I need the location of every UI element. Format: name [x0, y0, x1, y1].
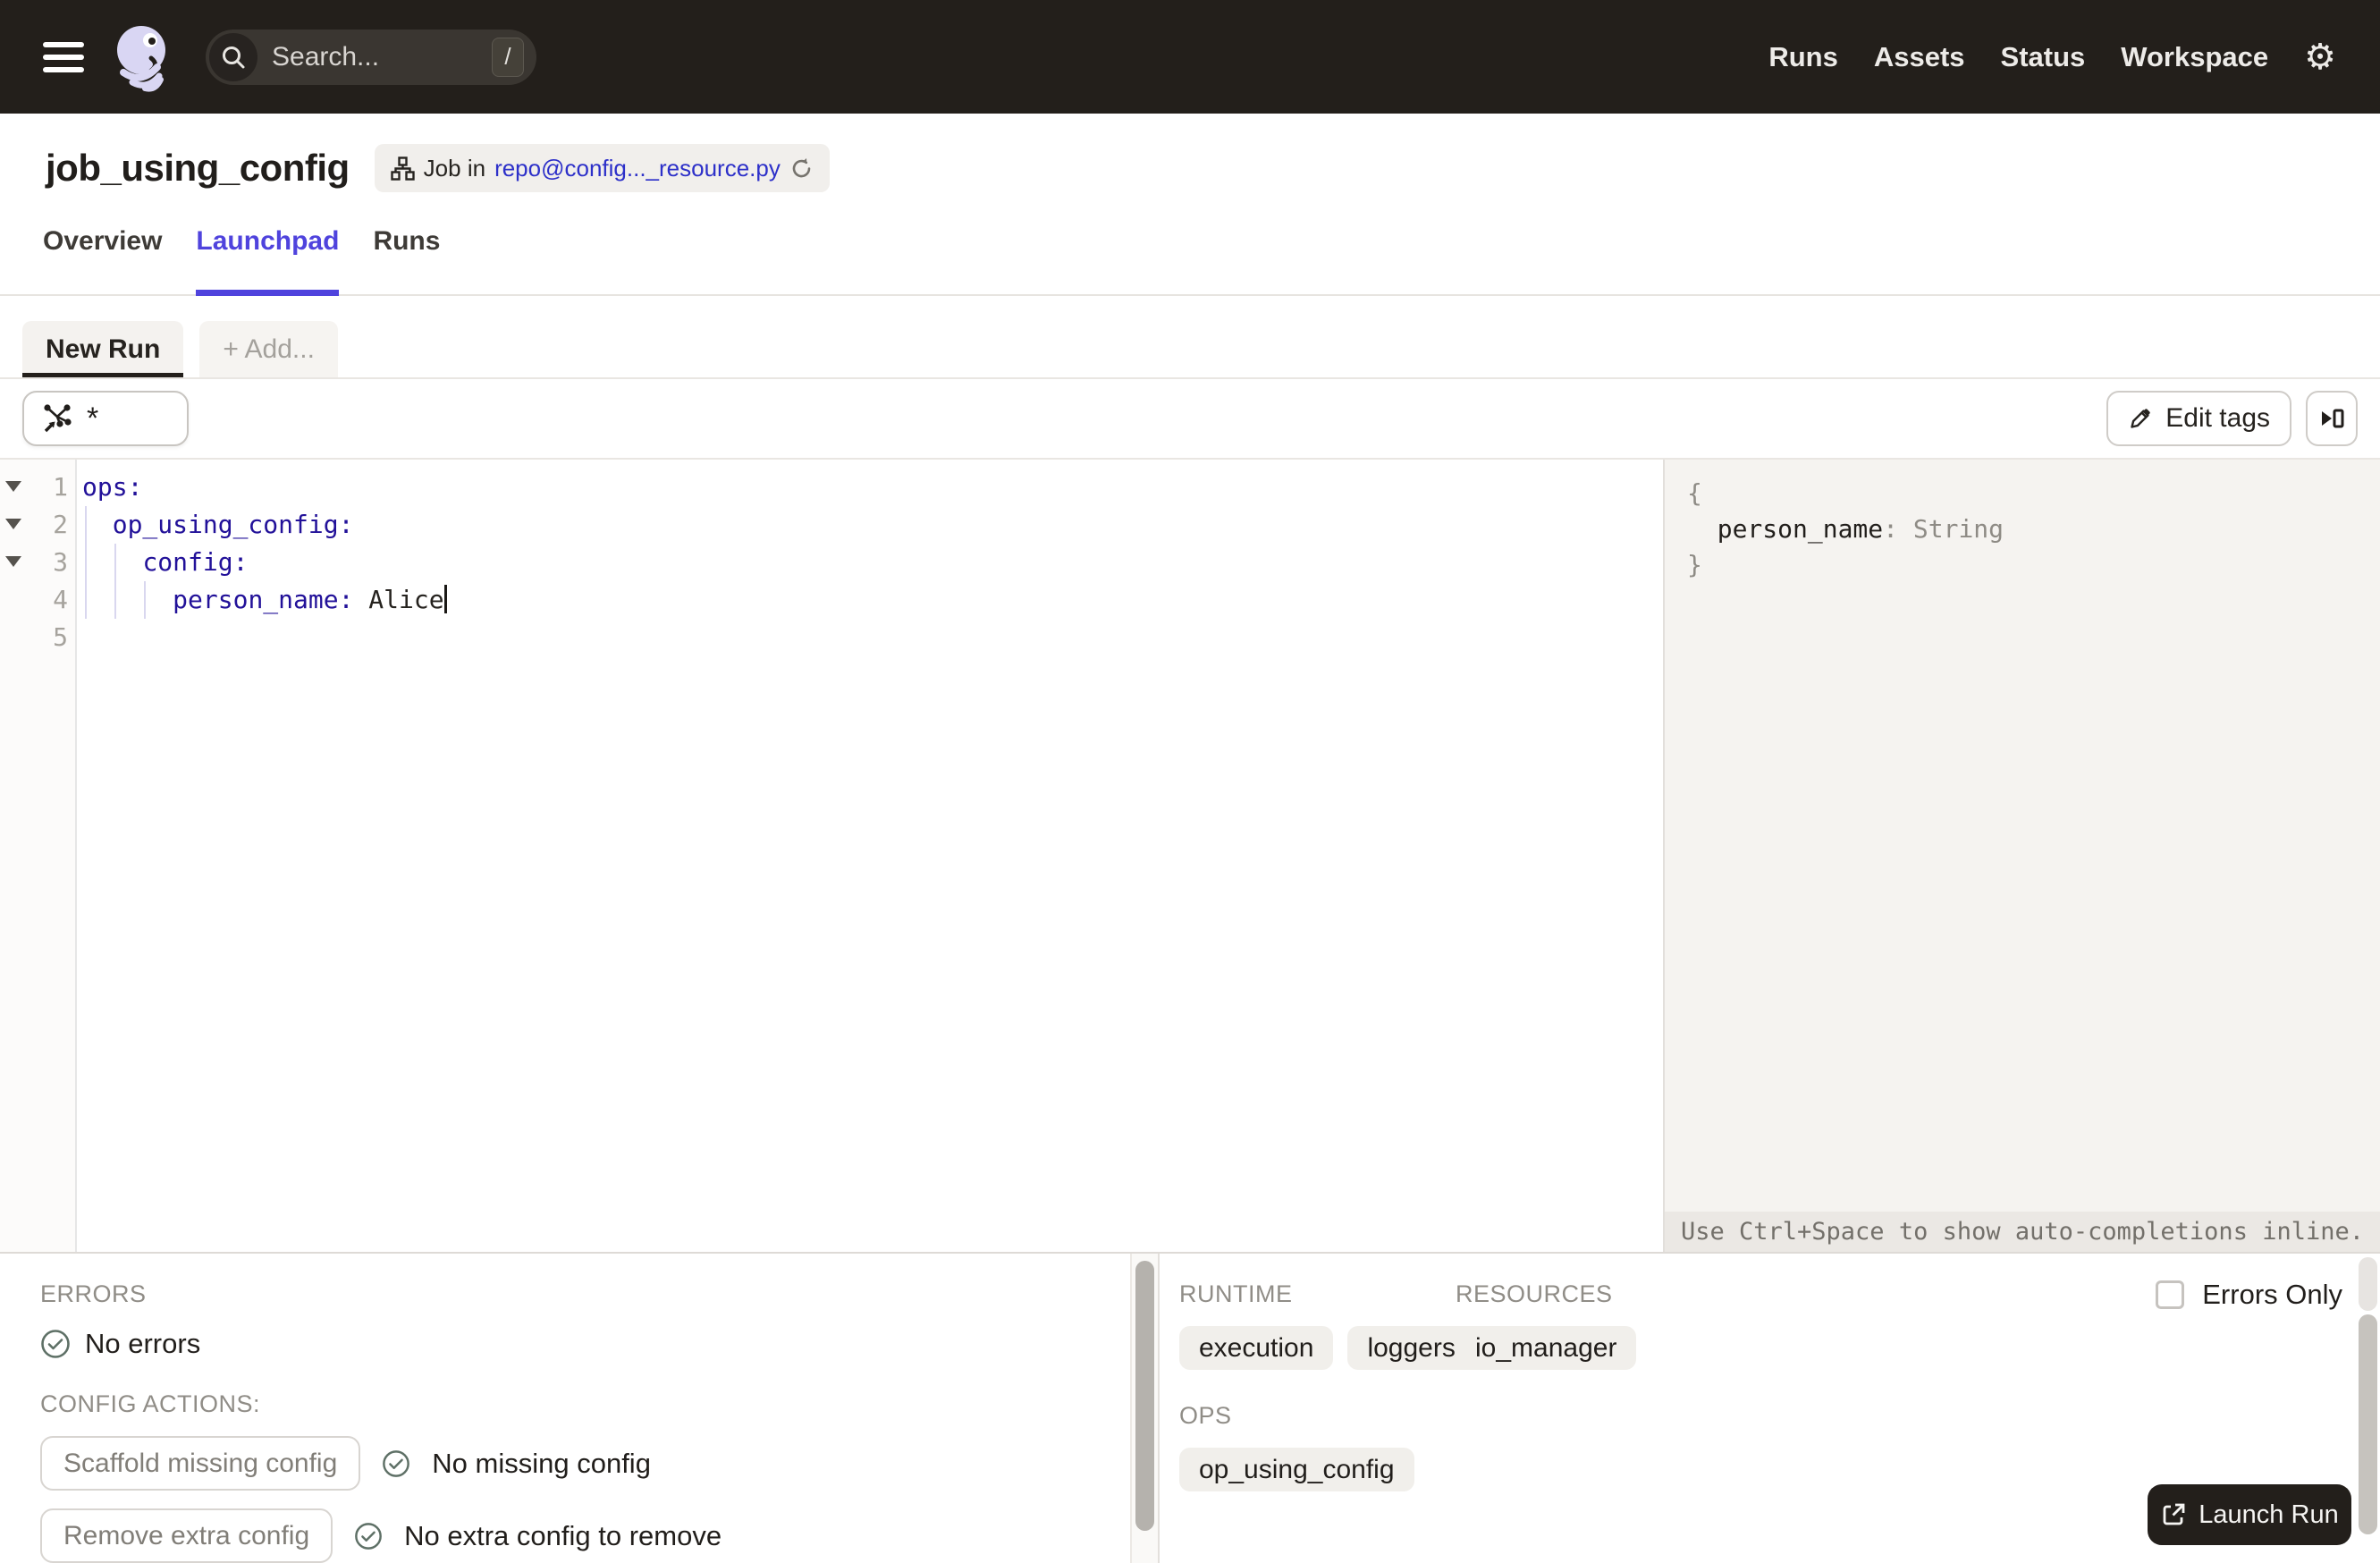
search-shortcut-key: /	[492, 37, 524, 77]
fold-arrow-icon[interactable]	[5, 481, 21, 492]
launchpad-toolbar: * Edit tags	[0, 379, 2380, 460]
launch-icon	[2160, 1501, 2187, 1528]
line-number: 2	[53, 510, 68, 539]
errors-only-checkbox[interactable]	[2156, 1280, 2185, 1309]
action-row: Remove extra config No extra config to r…	[40, 1508, 1130, 1563]
schema-brace: {	[1687, 478, 1702, 508]
resources-column: RESOURCES io_manager	[1456, 1280, 1637, 1563]
line-number: 5	[53, 622, 68, 652]
dagster-logo[interactable]	[109, 22, 177, 92]
errors-label: ERRORS	[40, 1280, 147, 1307]
tab-add-config[interactable]: + Add...	[199, 321, 338, 377]
action-row: Scaffold missing config No missing confi…	[40, 1436, 1130, 1491]
code-line: person_name: Alice	[82, 581, 1663, 619]
schema-entry: person_name: String	[1717, 514, 2004, 544]
launch-run-button[interactable]: Launch Run	[2148, 1484, 2351, 1545]
fold-arrow-icon[interactable]	[5, 556, 21, 567]
config-editor[interactable]: 1 2 3 4 5 ops: op_using_config: config: …	[0, 460, 1663, 1252]
page-header: job_using_config Job in repo@config..._r…	[46, 140, 2380, 196]
tag-io-manager[interactable]: io_manager	[1456, 1326, 1637, 1370]
action-status-text: No missing config	[432, 1447, 651, 1479]
code-line: ops:	[82, 472, 143, 502]
text-cursor	[443, 585, 447, 613]
scrollbar-thumb[interactable]	[2359, 1314, 2377, 1534]
check-circle-icon	[382, 1449, 410, 1478]
runtime-ops-column: RUNTIME execution loggers OPS op_using_c…	[1179, 1280, 1475, 1563]
job-badge-prefix: Job in	[423, 154, 486, 182]
nav-link-runs[interactable]: Runs	[1768, 41, 1838, 73]
scrollbar-segment	[2359, 1257, 2377, 1311]
expand-panel-icon	[2317, 403, 2347, 434]
op-selector-input[interactable]: *	[22, 391, 189, 446]
bottom-panel: ERRORS No errors CONFIG ACTIONS: Scaffol…	[0, 1252, 2380, 1563]
launchpad-main: 1 2 3 4 5 ops: op_using_config: config: …	[0, 460, 2380, 1252]
autocomplete-hint: Use Ctrl+Space to show auto-completions …	[1665, 1212, 2380, 1252]
nav-links: Runs Assets Status Workspace ⚙	[1768, 39, 2336, 75]
tab-launchpad[interactable]: Launchpad	[196, 226, 340, 296]
job-origin-badge: Job in repo@config..._resource.py	[374, 144, 830, 192]
code-line: config:	[142, 547, 249, 577]
line-number: 4	[53, 585, 68, 614]
toggle-panel-button[interactable]	[2306, 391, 2358, 446]
line-number: 1	[53, 472, 68, 502]
config-schema-panel: { person_name: String } Use Ctrl+Space t…	[1663, 460, 2380, 1252]
job-icon	[390, 156, 415, 181]
launchpad-tab-strip: New Run + Add...	[0, 321, 2380, 379]
action-status-text: No extra config to remove	[404, 1519, 722, 1551]
errors-only-toggle[interactable]: Errors Only	[2156, 1279, 2342, 1311]
resources-tags: io_manager	[1456, 1326, 1637, 1370]
code-line: op_using_config:	[112, 510, 354, 539]
top-nav: Search... / Runs Assets Status Workspace…	[0, 0, 2380, 114]
scrollbar-thumb[interactable]	[1135, 1261, 1154, 1531]
ops-tags: op_using_config	[1179, 1448, 1456, 1491]
right-edge-scrollbar	[2359, 1257, 2377, 1559]
errors-panel: ERRORS No errors CONFIG ACTIONS: Scaffol…	[0, 1254, 1130, 1563]
panel-scrollbar	[1130, 1254, 1160, 1563]
errors-status-row: No errors	[40, 1328, 1130, 1360]
tab-runs[interactable]: Runs	[373, 226, 440, 294]
scaffold-missing-config-button[interactable]: Scaffold missing config	[40, 1436, 361, 1491]
line-number: 3	[53, 547, 68, 577]
runtime-label: RUNTIME	[1179, 1280, 1293, 1307]
hamburger-menu-icon[interactable]	[43, 41, 84, 72]
gear-icon[interactable]: ⚙	[2304, 39, 2336, 75]
check-circle-icon	[40, 1329, 71, 1359]
tab-new-run[interactable]: New Run	[22, 321, 184, 377]
pencil-icon	[2128, 406, 2153, 431]
reload-icon[interactable]	[789, 156, 814, 181]
nav-link-assets[interactable]: Assets	[1874, 41, 1965, 73]
ops-label: OPS	[1179, 1402, 1232, 1429]
tab-overview[interactable]: Overview	[43, 226, 162, 294]
op-graph-icon	[40, 401, 74, 435]
search-icon	[209, 32, 257, 81]
page-title: job_using_config	[46, 147, 350, 189]
launch-run-label: Launch Run	[2199, 1500, 2339, 1529]
edit-tags-button[interactable]: Edit tags	[2106, 391, 2291, 446]
runtime-tags: execution loggers	[1179, 1326, 1475, 1370]
errors-only-label: Errors Only	[2202, 1279, 2342, 1310]
nav-link-status[interactable]: Status	[2001, 41, 2086, 73]
op-selector-value: *	[87, 401, 99, 435]
check-circle-icon	[354, 1522, 383, 1550]
search-placeholder: Search...	[272, 41, 380, 72]
nav-link-workspace[interactable]: Workspace	[2121, 41, 2268, 73]
yaml-code[interactable]: ops: op_using_config: config: person_nam…	[82, 469, 1663, 656]
job-tabs: Overview Launchpad Runs	[0, 226, 2380, 296]
repo-link[interactable]: repo@config..._resource.py	[494, 155, 781, 182]
tag-op-using-config[interactable]: op_using_config	[1179, 1448, 1414, 1491]
editor-gutter: 1 2 3 4 5	[0, 460, 77, 1252]
schema-brace: }	[1687, 550, 1702, 579]
tag-execution[interactable]: execution	[1179, 1326, 1334, 1370]
errors-status-text: No errors	[85, 1328, 201, 1359]
fold-arrow-icon[interactable]	[5, 519, 21, 529]
config-actions-label: CONFIG ACTIONS:	[40, 1390, 261, 1417]
search-input[interactable]: Search... /	[206, 29, 536, 85]
resources-label: RESOURCES	[1456, 1280, 1613, 1307]
edit-tags-label: Edit tags	[2165, 403, 2270, 433]
remove-extra-config-button[interactable]: Remove extra config	[40, 1508, 333, 1563]
toolbar-actions: Edit tags	[2106, 391, 2358, 446]
